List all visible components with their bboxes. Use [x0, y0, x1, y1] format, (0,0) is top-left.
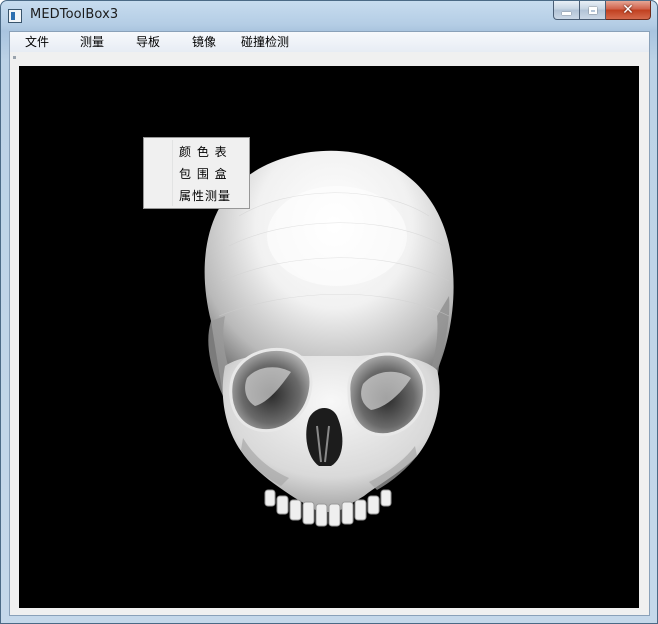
app-window: MEDToolBox3 ✕ 文件 测量 导板 镜像 碰撞检测 颜 色 表 包 围…: [0, 0, 658, 624]
menu-collision[interactable]: 碰撞检测: [235, 34, 295, 50]
context-item-color-table[interactable]: 颜 色 表: [144, 141, 249, 163]
title-bar[interactable]: MEDToolBox3 ✕: [1, 1, 657, 31]
toolbar-strip: [10, 52, 649, 64]
menu-bar: 文件 测量 导板 镜像 碰撞检测: [10, 32, 649, 53]
minimize-button[interactable]: [553, 1, 580, 20]
menu-file[interactable]: 文件: [19, 34, 55, 50]
client-area: 文件 测量 导板 镜像 碰撞检测 颜 色 表 包 围 盒 属性测量: [9, 31, 650, 616]
menu-guide[interactable]: 导板: [130, 34, 166, 50]
close-icon: ✕: [622, 2, 634, 18]
window-controls: ✕: [553, 1, 651, 21]
context-menu: 颜 色 表 包 围 盒 属性测量: [143, 137, 250, 209]
app-window-icon[interactable]: [8, 9, 22, 23]
render-viewport[interactable]: 颜 色 表 包 围 盒 属性测量: [19, 66, 639, 608]
minimize-icon: [562, 11, 571, 15]
toolbar-grip-icon[interactable]: [13, 56, 16, 59]
context-item-bounding-box[interactable]: 包 围 盒: [144, 163, 249, 185]
window-title: MEDToolBox3: [30, 7, 119, 22]
close-button[interactable]: ✕: [606, 1, 651, 20]
menu-mirror[interactable]: 镜像: [186, 34, 222, 50]
maximize-button[interactable]: [580, 1, 606, 20]
maximize-icon: [588, 6, 597, 14]
context-item-property-measure[interactable]: 属性测量: [144, 185, 249, 207]
skull-render: [204, 150, 454, 527]
menu-measure[interactable]: 测量: [74, 34, 110, 50]
